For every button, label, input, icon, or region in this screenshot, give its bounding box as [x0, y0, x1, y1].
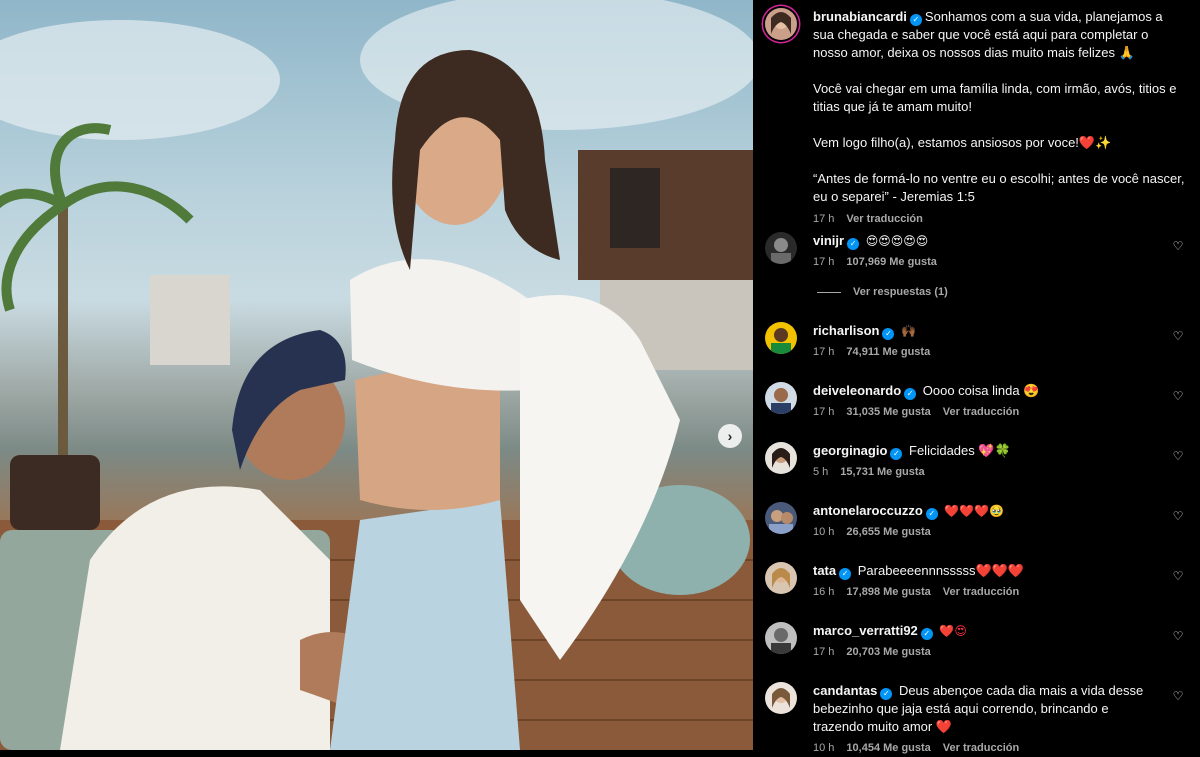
- comment-translate-link[interactable]: Ver traducción: [943, 742, 1019, 754]
- comment-username[interactable]: vinijr: [813, 233, 844, 248]
- comment-likes[interactable]: 74,911 Me gusta: [846, 346, 930, 358]
- comment-likes[interactable]: 10,454 Me gusta: [846, 742, 930, 754]
- comment-time: 10 h: [813, 742, 835, 754]
- comment-text: ❤️❤️❤️🥹: [944, 504, 1005, 518]
- verified-badge-icon: ✓: [880, 688, 893, 700]
- commenter-avatar[interactable]: [765, 322, 797, 354]
- replies-label: Ver respuestas (1): [853, 286, 948, 298]
- verified-badge-icon: ✓: [890, 448, 903, 460]
- comment-time: 17 h: [813, 646, 835, 658]
- comment-likes[interactable]: 26,655 Me gusta: [846, 526, 930, 538]
- comment-text: Parabeeeennnsssss❤️❤️❤️: [857, 563, 1025, 578]
- heart-icon[interactable]: ♡: [1171, 449, 1185, 463]
- carousel-next-button[interactable]: ›: [718, 424, 742, 448]
- commenter-avatar[interactable]: [765, 682, 797, 714]
- comment-username[interactable]: tata: [813, 563, 836, 578]
- heart-icon[interactable]: ♡: [1171, 329, 1185, 343]
- photo-illustration: [0, 0, 753, 750]
- comment-time: 17 h: [813, 406, 835, 418]
- caption-meta: 17 h Ver traducción: [813, 210, 1185, 228]
- verified-badge-icon: ✓: [839, 568, 852, 580]
- author-username[interactable]: brunabiancardi: [813, 9, 907, 24]
- commenter-avatar[interactable]: [765, 382, 797, 414]
- comment-text: ❤️😍: [939, 624, 967, 638]
- chevron-right-icon: ›: [727, 428, 733, 444]
- comment-likes[interactable]: 107,969 Me gusta: [846, 256, 937, 268]
- caption-translate-link[interactable]: Ver traducción: [846, 213, 922, 225]
- comment-likes[interactable]: 20,703 Me gusta: [846, 646, 930, 658]
- comment-username[interactable]: richarlison: [813, 323, 879, 338]
- author-avatar[interactable]: [765, 8, 797, 40]
- verified-badge-icon: ✓: [904, 388, 917, 400]
- commenter-avatar[interactable]: [765, 562, 797, 594]
- verified-badge-icon: ✓: [920, 628, 933, 640]
- comment-time: 17 h: [813, 346, 835, 358]
- comment-username[interactable]: candantas: [813, 683, 877, 698]
- commenter-avatar[interactable]: [765, 622, 797, 654]
- comment-username[interactable]: marco_verratti92: [813, 623, 918, 638]
- commenter-avatar[interactable]: [765, 232, 797, 264]
- comment-username[interactable]: deiveleonardo: [813, 383, 901, 398]
- comment-text: 😍😍😍😍😍: [865, 234, 929, 248]
- comment-translate-link[interactable]: Ver traducción: [943, 586, 1019, 598]
- comment-text: Oooo coisa linda 😍: [922, 383, 1040, 398]
- caption-time: 17 h: [813, 213, 835, 225]
- comment-translate-link[interactable]: Ver traducción: [943, 406, 1019, 418]
- caption-line-4: “Antes de formá-lo no ventre eu o escolh…: [813, 171, 1185, 204]
- caption-line-2: Você vai chegar em uma família linda, co…: [813, 81, 1177, 114]
- comment-text: 🙌🏾: [901, 324, 917, 338]
- commenter-avatar[interactable]: [765, 442, 797, 474]
- caption-text: brunabiancardi ✓ Sonhamos com a sua vida, …: [813, 8, 1185, 228]
- replies-divider: [817, 291, 841, 293]
- comment-likes[interactable]: 17,898 Me gusta: [846, 586, 930, 598]
- verified-badge-icon: ✓: [925, 508, 938, 520]
- verified-badge-icon: ✓: [882, 328, 895, 340]
- comment-username[interactable]: antonelaroccuzzo: [813, 503, 923, 518]
- comment-time: 16 h: [813, 586, 835, 598]
- commenter-avatar[interactable]: [765, 502, 797, 534]
- comment-text: Felicidades 💖🍀: [909, 443, 1011, 458]
- comment-time: 17 h: [813, 256, 835, 268]
- comment-username[interactable]: georginagio: [813, 443, 887, 458]
- comment-time: 5 h: [813, 466, 829, 478]
- heart-icon[interactable]: ♡: [1171, 629, 1185, 643]
- heart-icon[interactable]: ♡: [1171, 509, 1185, 523]
- verified-badge-icon: ✓: [909, 14, 922, 26]
- heart-icon[interactable]: ♡: [1171, 569, 1185, 583]
- post-photo: ›: [0, 0, 753, 750]
- comment-likes[interactable]: 15,731 Me gusta: [840, 466, 924, 478]
- comment-time: 10 h: [813, 526, 835, 538]
- comments-panel: brunabiancardi ✓ Sonhamos com a sua vida, …: [753, 0, 1200, 754]
- view-replies-link[interactable]: Ver respuestas (1): [817, 286, 948, 298]
- verified-badge-icon: ✓: [847, 238, 860, 250]
- heart-icon[interactable]: ♡: [1171, 689, 1185, 703]
- comment-likes[interactable]: 31,035 Me gusta: [846, 406, 930, 418]
- heart-icon[interactable]: ♡: [1171, 389, 1185, 403]
- caption-line-3: Vem logo filho(a), estamos ansiosos por …: [813, 135, 1112, 150]
- heart-icon[interactable]: ♡: [1171, 239, 1185, 253]
